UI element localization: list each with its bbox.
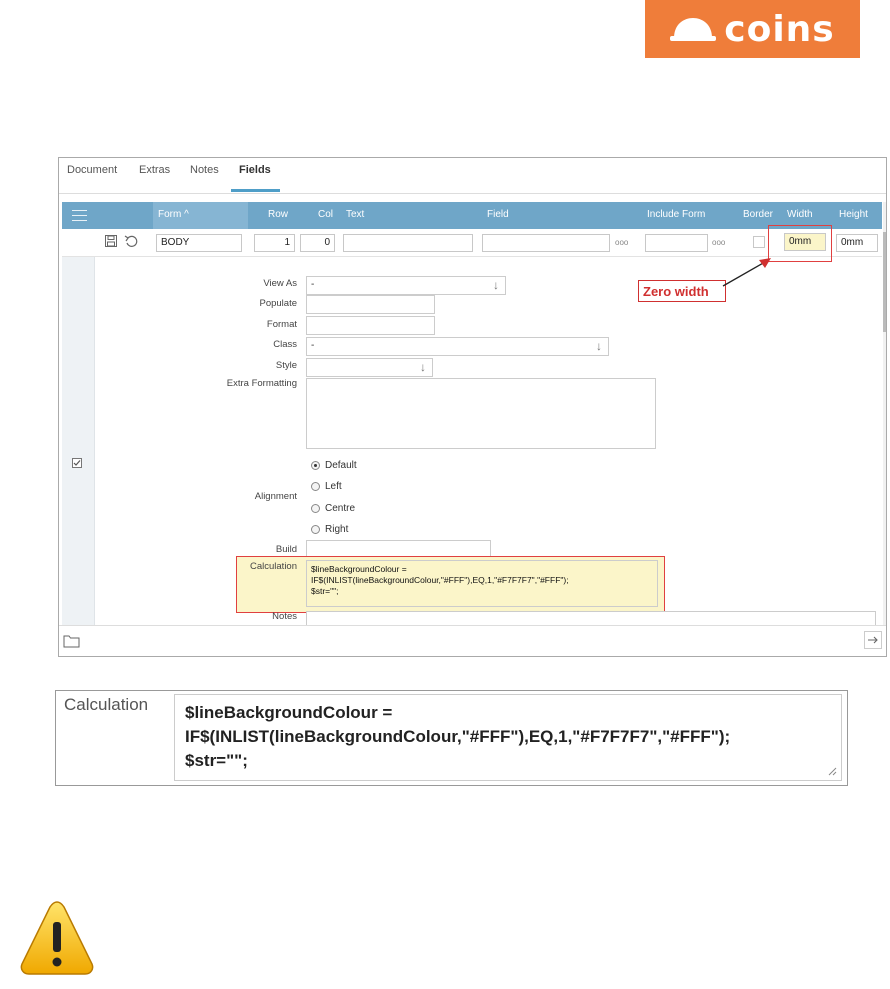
height-input[interactable]: 0mm bbox=[836, 234, 878, 252]
zoom-calculation-textarea: $lineBackgroundColour = IF$(INLIST(lineB… bbox=[174, 694, 842, 781]
checkbox-icon[interactable] bbox=[72, 458, 82, 468]
field-properties: View As - ↓ Populate Format Class - ↓ St… bbox=[95, 257, 882, 625]
table-row: BODY 1 0 ooo ooo 0mm 0mm bbox=[62, 229, 882, 257]
include-form-input[interactable] bbox=[645, 234, 708, 252]
view-as-value: - bbox=[311, 279, 315, 290]
format-label: Format bbox=[266, 319, 297, 330]
calculation-zoom-panel: Calculation $lineBackgroundColour = IF$(… bbox=[55, 690, 848, 786]
tab-extras[interactable]: Extras bbox=[139, 164, 170, 176]
tab-notes[interactable]: Notes bbox=[190, 164, 219, 176]
width-highlight bbox=[768, 225, 832, 262]
alignment-left-radio[interactable]: Left bbox=[311, 481, 342, 492]
alignment-default-radio[interactable]: Default bbox=[311, 460, 357, 471]
populate-input[interactable] bbox=[306, 295, 435, 314]
save-icon[interactable] bbox=[105, 235, 117, 247]
col-input[interactable]: 0 bbox=[300, 234, 335, 252]
arrow-down-icon: ↓ bbox=[420, 360, 426, 374]
row-input[interactable]: 1 bbox=[254, 234, 295, 252]
view-as-select[interactable]: - ↓ bbox=[306, 276, 506, 295]
style-select[interactable]: ↓ bbox=[306, 358, 433, 377]
header-col[interactable]: Col bbox=[318, 209, 333, 220]
calculation-textarea[interactable]: $lineBackgroundColour = IF$(INLIST(lineB… bbox=[306, 560, 658, 607]
notes-textarea[interactable] bbox=[306, 611, 876, 625]
field-input[interactable] bbox=[482, 234, 610, 252]
border-checkbox[interactable] bbox=[753, 236, 765, 248]
field-lookup-button[interactable]: ooo bbox=[615, 238, 628, 247]
alignment-centre-radio[interactable]: Centre bbox=[311, 503, 355, 514]
arrow-down-icon: ↓ bbox=[493, 278, 499, 292]
scrollbar-thumb[interactable] bbox=[883, 232, 886, 332]
class-select[interactable]: - ↓ bbox=[306, 337, 609, 356]
style-label: Style bbox=[275, 360, 297, 371]
header-height[interactable]: Height bbox=[839, 209, 868, 220]
build-label: Build bbox=[275, 544, 297, 555]
undo-icon[interactable] bbox=[124, 234, 138, 248]
active-tab-indicator bbox=[231, 189, 280, 192]
header-form[interactable]: Form ^ bbox=[158, 209, 189, 220]
logo-text: coins bbox=[724, 8, 835, 50]
view-as-label: View As bbox=[263, 278, 297, 289]
hamburger-menu-icon[interactable] bbox=[62, 202, 97, 229]
hard-hat-icon bbox=[670, 18, 717, 41]
vertical-scrollbar[interactable] bbox=[883, 202, 886, 625]
panel-footer bbox=[59, 625, 886, 656]
zoom-calculation-label: Calculation bbox=[64, 695, 149, 714]
extra-formatting-label: Extra Formatting bbox=[226, 378, 297, 389]
row-selector-strip bbox=[62, 257, 95, 625]
zoom-calculation-value: $lineBackgroundColour = IF$(INLIST(lineB… bbox=[185, 703, 731, 770]
header-border[interactable]: Border bbox=[743, 209, 773, 220]
coins-logo: coins bbox=[645, 0, 860, 58]
notes-label: Notes bbox=[272, 611, 297, 622]
resize-grip-icon bbox=[828, 767, 837, 776]
tab-bar: Document Extras Notes Fields bbox=[59, 158, 886, 194]
header-include-form[interactable]: Include Form bbox=[647, 209, 705, 220]
class-label: Class bbox=[273, 339, 297, 350]
header-field[interactable]: Field bbox=[487, 209, 509, 220]
arrow-down-icon: ↓ bbox=[596, 339, 602, 353]
callout-arrow bbox=[722, 258, 771, 287]
header-width[interactable]: Width bbox=[787, 209, 813, 220]
header-row[interactable]: Row bbox=[268, 209, 288, 220]
class-value: - bbox=[311, 340, 315, 351]
populate-label: Populate bbox=[259, 298, 297, 309]
zero-width-callout: Zero width bbox=[638, 280, 726, 302]
tab-document[interactable]: Document bbox=[67, 164, 117, 176]
grid-header: Form ^ Row Col Text Field Include Form B… bbox=[62, 202, 882, 229]
text-input[interactable] bbox=[343, 234, 473, 252]
calculation-value: $lineBackgroundColour = IF$(INLIST(lineB… bbox=[311, 564, 569, 596]
calculation-label: Calculation bbox=[250, 561, 297, 572]
extra-formatting-textarea[interactable] bbox=[306, 378, 656, 449]
arrow-right-icon[interactable] bbox=[864, 631, 882, 649]
alignment-label: Alignment bbox=[254, 491, 297, 502]
tab-fields[interactable]: Fields bbox=[239, 164, 271, 176]
format-input[interactable] bbox=[306, 316, 435, 335]
header-text[interactable]: Text bbox=[346, 209, 364, 220]
form-input[interactable]: BODY bbox=[156, 234, 242, 252]
warning-icon bbox=[20, 901, 94, 975]
include-form-lookup-button[interactable]: ooo bbox=[712, 238, 725, 247]
form-designer-panel: Document Extras Notes Fields Form ^ Row … bbox=[58, 157, 887, 657]
alignment-right-radio[interactable]: Right bbox=[311, 524, 348, 535]
folder-icon[interactable] bbox=[63, 633, 80, 648]
